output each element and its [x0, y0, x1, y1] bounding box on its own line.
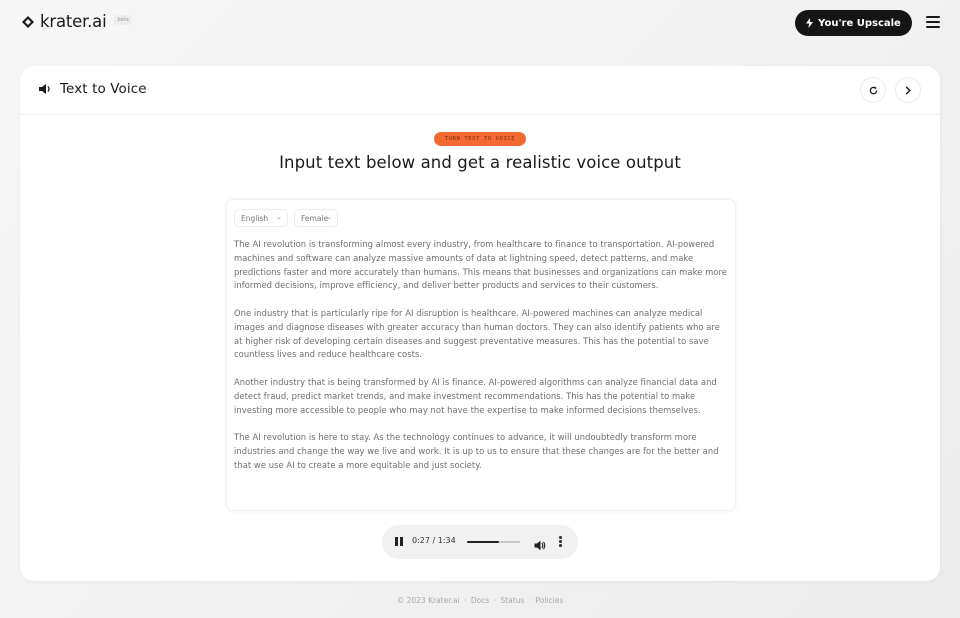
speaker-icon	[39, 84, 50, 94]
hamburger-menu-icon[interactable]	[926, 16, 940, 28]
page-headline: Input text below and get a realistic voi…	[279, 153, 681, 172]
upscale-button[interactable]: You're Upscale	[795, 10, 912, 36]
language-value: English	[241, 213, 269, 223]
voice-select[interactable]: Female ⌄	[294, 209, 338, 227]
paragraph: Another industry that is being transform…	[234, 376, 717, 415]
upscale-label: You're Upscale	[818, 17, 901, 29]
card-title-group: Text to Voice	[38, 81, 147, 97]
input-text[interactable]: The AI revolution is transforming almost…	[234, 238, 728, 486]
chevron-down-icon: ⌄	[276, 213, 282, 221]
footer: © 2023 Krater.ai · Docs · Status · Polic…	[396, 596, 564, 605]
more-options-icon[interactable]	[559, 536, 563, 548]
refresh-icon	[869, 85, 877, 94]
language-select[interactable]: English ⌄	[234, 209, 288, 227]
card-title: Text to Voice	[60, 81, 147, 97]
top-bar: krater.ai beta You're Upscale	[0, 0, 960, 46]
diamond-logo-icon	[21, 15, 35, 29]
refresh-button[interactable]	[860, 77, 886, 103]
paragraph: The AI revolution is here to stay. As th…	[234, 432, 719, 470]
audio-player: 0:27 / 1:34	[382, 525, 578, 559]
section-tag: TURN TEXT TO VOICE	[434, 132, 526, 146]
pause-icon[interactable]	[395, 537, 403, 547]
card-header: Text to Voice	[20, 66, 940, 115]
text-to-voice-card: Text to Voice TURN TEXT TO VOICE Input t…	[20, 66, 940, 581]
footer-copyright: © 2023 Krater.ai	[396, 596, 460, 605]
beta-badge: beta	[114, 15, 132, 25]
footer-link-status[interactable]: Status	[500, 596, 524, 605]
progress-fill	[467, 541, 499, 543]
progress-slider[interactable]	[467, 541, 520, 543]
footer-link-policies[interactable]: Policies	[536, 596, 564, 605]
volume-icon[interactable]	[534, 536, 546, 555]
next-button[interactable]	[895, 77, 921, 103]
footer-link-docs[interactable]: Docs	[471, 596, 489, 605]
brand-logo[interactable]: krater.ai beta	[21, 12, 132, 31]
paragraph: One industry that is particularly ripe f…	[234, 307, 720, 360]
playback-time: 0:27 / 1:34	[412, 536, 456, 545]
brand-name: krater.ai	[40, 12, 107, 31]
text-input-area[interactable]: English ⌄ Female ⌄ The AI revolution is …	[226, 199, 736, 511]
paragraph: The AI revolution is transforming almost…	[234, 239, 727, 291]
chevron-down-icon: ⌄	[326, 213, 332, 221]
chevron-right-icon	[905, 85, 911, 95]
lightning-icon	[806, 18, 814, 28]
voice-value: Female	[301, 213, 329, 223]
